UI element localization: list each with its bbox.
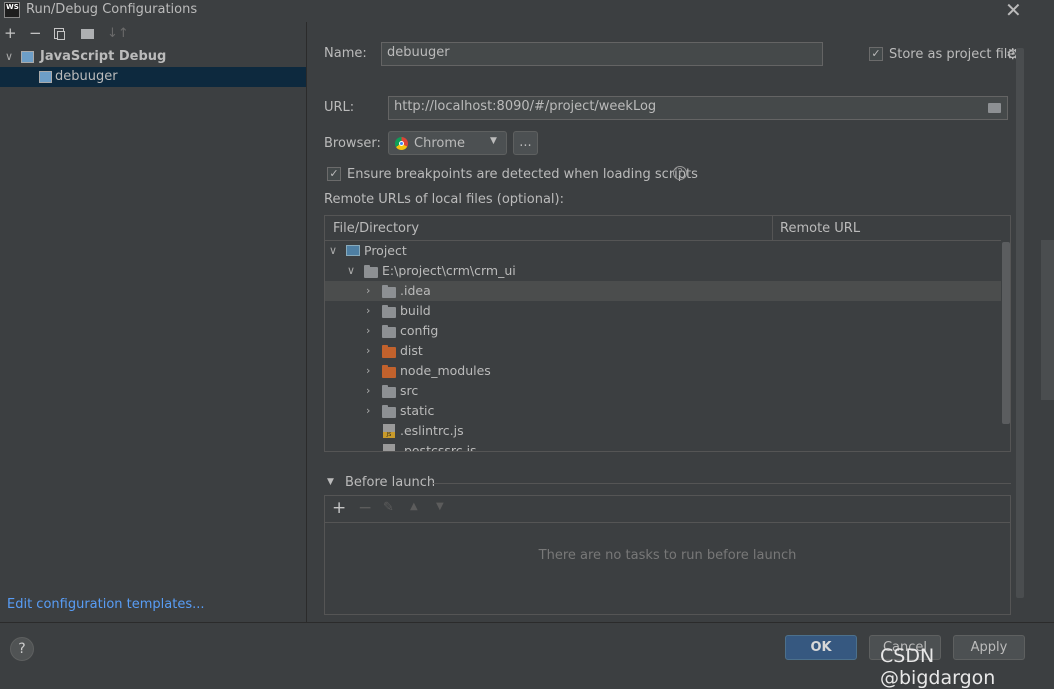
divider: [432, 483, 1011, 484]
browser-select[interactable]: Chrome ▼: [388, 131, 507, 155]
help-circle-icon[interactable]: ?: [673, 166, 687, 180]
folder-icon: [382, 405, 396, 418]
table-row[interactable]: › build: [325, 301, 1001, 321]
chevron-right-icon: ›: [366, 384, 371, 397]
sort-icon[interactable]: ↓↑: [107, 26, 129, 41]
url-field[interactable]: http://localhost:8090/#/project/weekLog: [388, 96, 1008, 120]
row-name: E:\project\crm\crm_ui: [382, 263, 516, 278]
webstorm-logo: WS: [4, 2, 20, 18]
config-type-label: JavaScript Debug: [40, 49, 167, 64]
table-row[interactable]: JS .eslintrc.js: [325, 421, 1001, 441]
row-name: node_modules: [400, 363, 491, 378]
js-file-icon: JS: [383, 424, 395, 438]
folder-icon: [382, 305, 396, 318]
before-launch-title: Before launch: [345, 475, 436, 490]
folder-add-icon[interactable]: [81, 29, 94, 39]
chevron-right-icon: ›: [366, 324, 371, 337]
folder-icon: [364, 265, 378, 278]
chevron-right-icon: ›: [366, 284, 371, 297]
column-header-remote-url[interactable]: Remote URL: [773, 216, 1001, 241]
row-name: static: [400, 403, 435, 418]
before-launch-tasks: + − ✎ ▲ ▼ There are no tasks to run befo…: [324, 495, 1011, 615]
table-row[interactable]: ∨ Project: [325, 241, 1001, 261]
row-name: config: [400, 323, 439, 338]
remove-icon[interactable]: −: [29, 24, 42, 42]
add-icon[interactable]: +: [4, 24, 17, 42]
window-title: Run/Debug Configurations: [26, 2, 198, 17]
right-scrollbar[interactable]: [1016, 48, 1024, 598]
empty-tasks-message: There are no tasks to run before launch: [538, 548, 797, 563]
before-launch-toolbar: [325, 496, 1010, 523]
row-name: .idea: [400, 283, 431, 298]
chevron-right-icon: ›: [366, 304, 371, 317]
remove-task-icon[interactable]: −: [358, 498, 372, 518]
close-icon[interactable]: ✕: [1005, 0, 1022, 22]
table-row[interactable]: › .idea: [325, 281, 1001, 301]
chevron-right-icon: ›: [366, 364, 371, 377]
table-row[interactable]: › node_modules: [325, 361, 1001, 381]
folder-icon: [382, 385, 396, 398]
chevron-down-icon: ∨: [347, 264, 356, 277]
chevron-down-icon: ∨: [329, 244, 338, 257]
help-button[interactable]: ?: [10, 637, 34, 661]
table-row[interactable]: ∨ E:\project\crm\crm_ui: [325, 261, 1001, 281]
excluded-folder-icon: [382, 345, 396, 358]
tree-item-debuuger[interactable]: debuuger: [0, 67, 306, 87]
js-debug-icon: [39, 71, 52, 83]
folder-icon: [382, 285, 396, 298]
row-name: Project: [364, 243, 407, 258]
chevron-right-icon: ›: [366, 404, 371, 417]
edit-configuration-templates-link[interactable]: Edit configuration templates...: [7, 597, 205, 612]
move-up-icon[interactable]: ▲: [410, 501, 418, 512]
row-name: build: [400, 303, 431, 318]
browse-folder-icon[interactable]: [988, 103, 1001, 113]
tree-item-javascript-debug[interactable]: ∨ JavaScript Debug: [0, 47, 306, 67]
watermark-text: CSDN @bigdargon: [880, 645, 996, 689]
collapse-arrow-icon[interactable]: ▼: [327, 477, 334, 487]
row-name: dist: [400, 343, 423, 358]
table-row[interactable]: › static: [325, 401, 1001, 421]
folder-icon: [382, 325, 396, 338]
title-bar: WS Run/Debug Configurations ✕: [0, 0, 1054, 22]
move-down-icon[interactable]: ▼: [436, 501, 444, 512]
config-item-label: debuuger: [55, 69, 118, 84]
name-label: Name:: [324, 46, 367, 61]
table-row[interactable]: JS .postcssrc.js: [325, 441, 1001, 452]
row-name: .eslintrc.js: [400, 423, 464, 438]
add-task-icon[interactable]: +: [332, 498, 346, 518]
url-label: URL:: [324, 100, 355, 115]
table-row[interactable]: › src: [325, 381, 1001, 401]
browser-value: Chrome: [414, 136, 465, 151]
table-row[interactable]: › config: [325, 321, 1001, 341]
configurations-panel: [0, 22, 307, 622]
remote-urls-table: File/Directory Remote URL ∨ Project ∨ E:…: [324, 215, 1011, 452]
ensure-breakpoints-label: Ensure breakpoints are detected when loa…: [347, 167, 698, 182]
edit-task-icon[interactable]: ✎: [383, 500, 394, 515]
row-name: .postcssrc.js: [400, 443, 477, 452]
chevron-right-icon: ›: [366, 344, 371, 357]
table-row[interactable]: › dist: [325, 341, 1001, 361]
copy-icon[interactable]: [54, 28, 65, 40]
ok-button[interactable]: OK: [785, 635, 857, 660]
project-icon: [346, 245, 360, 256]
browser-more-button[interactable]: ...: [513, 131, 538, 155]
chevron-down-icon: ∨: [5, 50, 14, 63]
dropdown-arrow-icon: ▼: [490, 136, 497, 146]
store-as-project-label: Store as project file: [889, 47, 1016, 62]
js-debug-icon: [21, 51, 34, 63]
chrome-icon: [395, 137, 408, 150]
row-name: src: [400, 383, 419, 398]
background-window-edge: [1041, 240, 1054, 400]
js-file-icon: JS: [383, 444, 395, 451]
remote-urls-label: Remote URLs of local files (optional):: [324, 192, 564, 207]
browser-label: Browser:: [324, 136, 381, 151]
store-as-project-checkbox[interactable]: ✓: [869, 47, 883, 61]
name-field[interactable]: debuuger: [381, 42, 823, 66]
column-header-file-directory[interactable]: File/Directory: [325, 216, 773, 241]
table-scrollbar[interactable]: [1002, 242, 1010, 424]
excluded-folder-icon: [382, 365, 396, 378]
ensure-breakpoints-checkbox[interactable]: ✓: [327, 167, 341, 181]
